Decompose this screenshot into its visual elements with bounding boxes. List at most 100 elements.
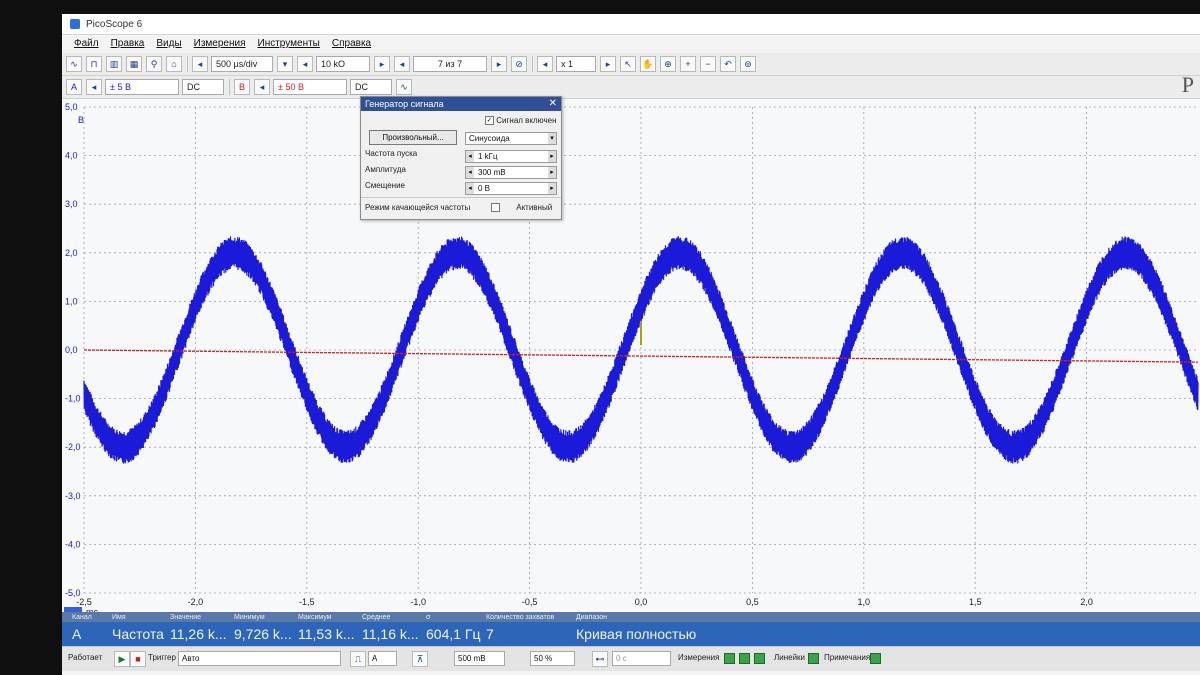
channel-b-range-select[interactable]: ± 50 В: [273, 79, 347, 95]
separator: [187, 56, 188, 72]
arrow-right-icon[interactable]: ▸: [548, 183, 556, 194]
delete-measurement-icon[interactable]: [754, 653, 765, 664]
channel-b-label[interactable]: B: [234, 79, 250, 95]
arrow-left-icon[interactable]: ◂: [466, 167, 474, 178]
signal-enabled-row: ✓ Сигнал включен: [485, 116, 557, 126]
delay-icon[interactable]: ⊷: [592, 651, 608, 667]
samples-next-button[interactable]: ▸: [374, 56, 390, 72]
menu-measurements[interactable]: Измерения: [194, 38, 246, 49]
measure-value: 11,26 k...: [170, 626, 227, 642]
zoom-prev-button[interactable]: ◂: [537, 56, 553, 72]
hand-tool-icon[interactable]: ✋: [640, 56, 656, 72]
measurements-header: Канал Имя Значение Минимум Максимум Сред…: [62, 612, 1200, 622]
x-tick-label: -0,5: [522, 597, 538, 607]
y-tick-label: -1,0: [65, 394, 81, 404]
add-measurement-icon[interactable]: [724, 653, 735, 664]
menu-tools[interactable]: Инструменты: [258, 38, 320, 49]
waveform-select[interactable]: Синусоида ▾: [465, 132, 557, 145]
stop-icon[interactable]: ■: [130, 651, 146, 667]
measure-max: 11,53 k...: [298, 626, 355, 642]
channel-b-coupling-select[interactable]: DC: [350, 79, 392, 95]
trigger-level-field[interactable]: 500 mВ: [454, 651, 505, 666]
persistence-mode-icon[interactable]: ⊓: [86, 56, 102, 72]
zoom-in-icon[interactable]: +: [680, 56, 696, 72]
samples-prev-button[interactable]: ◂: [297, 56, 313, 72]
spectrum-persistence-icon[interactable]: ▦: [126, 56, 142, 72]
oscilloscope-chart[interactable]: -2,5 -2,0 -1,5 -1,0 -0,5 0,0 0,5 1,0 1,5 2,0 5,0 4,…: [62, 99, 1200, 621]
rulers-label: Линейки: [774, 653, 806, 662]
arrow-left-icon[interactable]: ◂: [466, 151, 474, 162]
capture-prev-button[interactable]: ◂: [394, 56, 410, 72]
menu-file[interactable]: Файл: [74, 38, 99, 49]
buffer-icon[interactable]: ⊘: [511, 56, 527, 72]
zoom-fit-icon[interactable]: ⊚: [740, 56, 756, 72]
y-tick-label: -5,0: [65, 588, 81, 598]
trigger-channel-select[interactable]: A: [368, 651, 397, 666]
y-tick-label: 5,0: [65, 102, 78, 112]
rulers-icon[interactable]: [808, 653, 819, 664]
channel-a-coupling-select[interactable]: DC: [182, 79, 224, 95]
trigger-threshold-icon[interactable]: ⊼: [412, 651, 428, 667]
sweep-active-checkbox[interactable]: [491, 203, 500, 213]
channel-a-prev-button[interactable]: ◂: [86, 79, 102, 95]
y-tick-label: 3,0: [65, 199, 78, 209]
measure-channel: A: [72, 626, 82, 642]
y-tick-label: -4,0: [65, 539, 81, 549]
spectrum-mode-icon[interactable]: ▥: [106, 56, 122, 72]
menu-bar: Файл Правка Виды Измерения Инструменты С…: [62, 35, 1200, 52]
zoom-next-button[interactable]: ▸: [600, 56, 616, 72]
signal-enabled-label: Сигнал включен: [496, 116, 557, 125]
zoom-select[interactable]: x 1: [556, 56, 596, 72]
menu-views[interactable]: Виды: [156, 38, 181, 49]
close-icon[interactable]: ✕: [549, 97, 557, 111]
start-freq-field[interactable]: ◂ 1 kГц ▸: [465, 150, 557, 163]
notes-label: Примечания: [824, 653, 871, 662]
menu-help[interactable]: Справка: [332, 38, 371, 49]
delay-field[interactable]: 0 с: [612, 651, 671, 666]
trigger-edge-icon[interactable]: ⎍: [350, 651, 366, 667]
scope-mode-icon[interactable]: ∿: [66, 56, 82, 72]
amplitude-field[interactable]: ◂ 300 mВ ▸: [465, 166, 557, 179]
pointer-tool-icon[interactable]: ↖: [620, 56, 636, 72]
menu-edit[interactable]: Правка: [111, 38, 145, 49]
timebase-dropdown-icon[interactable]: ▾: [277, 56, 293, 72]
timebase-prev-button[interactable]: ◂: [192, 56, 208, 72]
mso-icon[interactable]: ⌂: [166, 56, 182, 72]
brand-logo: P: [1181, 72, 1194, 97]
arrow-right-icon[interactable]: ▸: [548, 167, 556, 178]
header-max: Максимум: [298, 613, 332, 621]
undo-zoom-icon[interactable]: ↶: [720, 56, 736, 72]
measurement-row[interactable]: A Частота 11,26 k... 9,726 k... 11,53 k.…: [62, 622, 1200, 646]
y-tick-label: 4,0: [65, 151, 78, 161]
channel-a-range-select[interactable]: ± 5 В: [105, 79, 179, 95]
timebase-select[interactable]: 500 µs/div: [211, 56, 273, 72]
signal-generator-icon[interactable]: ∿: [396, 79, 412, 95]
start-freq-label: Частота пуска: [365, 149, 418, 158]
header-min: Минимум: [234, 613, 265, 621]
capture-next-button[interactable]: ▸: [491, 56, 507, 72]
header-captures: Количество захватов: [486, 613, 555, 621]
pretrigger-field[interactable]: 50 %: [530, 651, 575, 666]
zoom-region-icon[interactable]: ⊕: [660, 56, 676, 72]
notes-icon[interactable]: [870, 653, 881, 664]
trigger-mode-select[interactable]: Авто: [178, 651, 341, 666]
y-axis-unit-label: В: [78, 115, 84, 125]
play-icon[interactable]: ▶: [114, 651, 130, 667]
arbitrary-button[interactable]: Произвольный...: [369, 130, 457, 145]
signal-enabled-checkbox[interactable]: ✓: [485, 116, 494, 126]
arrow-right-icon[interactable]: ▸: [548, 151, 556, 162]
channel-b-prev-button[interactable]: ◂: [254, 79, 270, 95]
measure-range: Кривая полностью: [576, 626, 697, 642]
sweep-label: Режим качающейся частоты: [365, 203, 471, 212]
channel-a-label[interactable]: A: [66, 79, 82, 95]
dialog-divider: [361, 197, 561, 198]
measurements-label: Измерения: [678, 653, 720, 662]
offset-field[interactable]: ◂ 0 В ▸: [465, 182, 557, 195]
waveform-value: Синусоида: [469, 134, 510, 143]
zoom-out-icon[interactable]: −: [700, 56, 716, 72]
y-tick-label: -2,0: [65, 442, 81, 452]
edit-measurement-icon[interactable]: [739, 653, 750, 664]
arrow-left-icon[interactable]: ◂: [466, 183, 474, 194]
probe-icon[interactable]: ⚲: [146, 56, 162, 72]
samples-select[interactable]: 10 kO: [316, 56, 370, 72]
